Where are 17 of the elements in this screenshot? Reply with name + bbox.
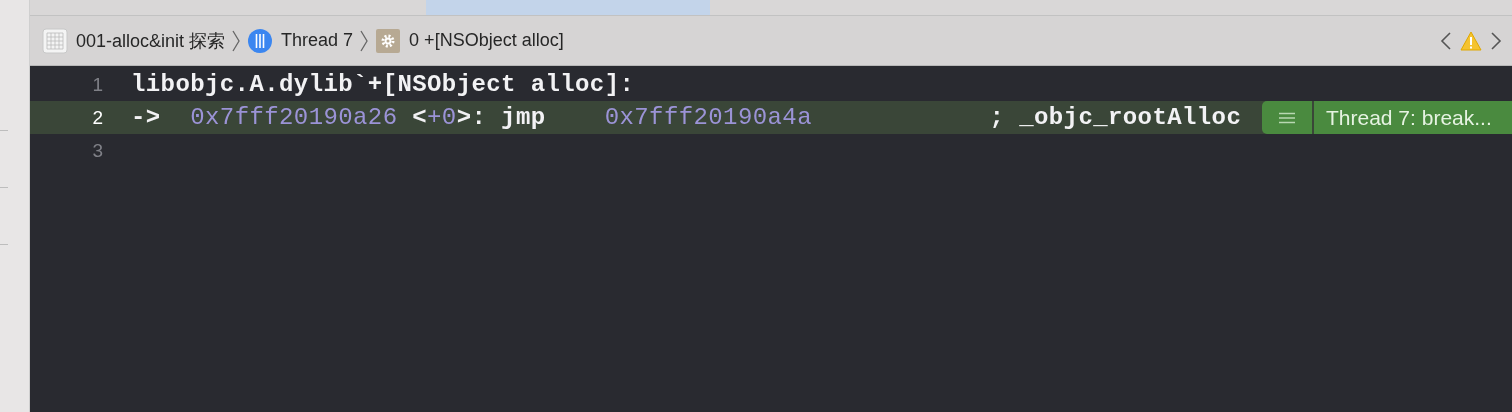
line-number: 1 <box>92 73 103 96</box>
code-line: -> 0x7fff20190a26 <+0>: jmp 0x7fff20190a4a ; _objc_rootAlloc <box>131 104 1242 131</box>
annotation-menu-button[interactable] <box>1262 101 1312 134</box>
gear-icon <box>375 27 402 54</box>
line-number: 3 <box>92 139 103 162</box>
menu-icon <box>1278 111 1296 124</box>
line-number: 2 <box>92 106 103 129</box>
breadcrumb-item[interactable]: 0 +[NSObject alloc] <box>409 30 564 51</box>
breadcrumb-item[interactable]: Thread 7 <box>281 30 354 51</box>
warning-icon[interactable] <box>1460 30 1482 51</box>
next-icon[interactable] <box>1490 30 1502 51</box>
breadcrumb-item[interactable]: 001-alloc&init 探索 <box>76 28 226 53</box>
project-icon <box>42 27 68 54</box>
code-line: libobjc.A.dylib`+[NSObject alloc]: <box>131 71 635 98</box>
thread-icon <box>247 27 274 54</box>
previous-icon[interactable] <box>1440 30 1452 51</box>
breakpoint-annotation: Thread 7: break... <box>1314 101 1512 134</box>
